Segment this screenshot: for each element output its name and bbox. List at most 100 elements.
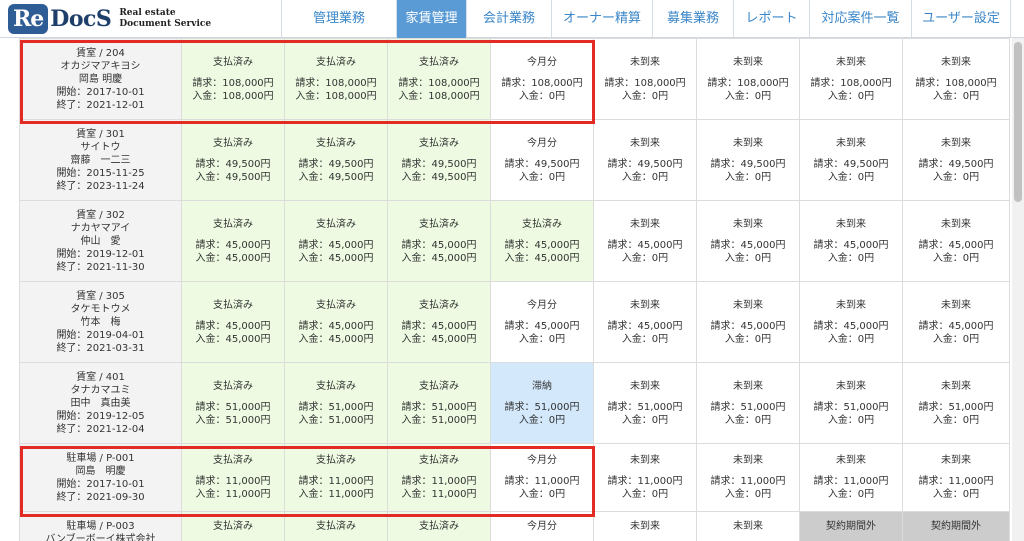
payment-cell[interactable]: 未到来 請求：108,000円 入金：0円 [799, 38, 903, 120]
payment-cell[interactable]: 支払済み [284, 511, 388, 541]
unit-info-cell[interactable]: 賃室 / 401 タナカマユミ 田中 真由美 開始：2019-12-05 終了：2021… [19, 362, 182, 444]
payment-cell[interactable]: 未到来 請求：11,000円 入金：0円 [696, 443, 800, 512]
payment-cell[interactable]: 未到来 請求：51,000円 入金：0円 [799, 362, 903, 444]
scrollbar-thumb[interactable] [1014, 42, 1022, 202]
payment-cell[interactable]: 未到来 請求：45,000円 入金：0円 [593, 200, 697, 282]
payment-cell[interactable]: 未到来 請求：45,000円 入金：0円 [696, 200, 800, 282]
payment-cell[interactable]: 未到来 請求：108,000円 入金：0円 [696, 38, 800, 120]
payment-cell[interactable]: 支払済み 請求：45,000円 入金：45,000円 [284, 200, 388, 282]
payment-cell[interactable]: 支払済み 請求：11,000円 入金：11,000円 [181, 443, 285, 512]
payment-cell[interactable]: 未到来 請求：108,000円 入金：0円 [902, 38, 1010, 120]
unit-info-cell[interactable]: 賃室 / 204 オカジマアキヨシ 岡島 明慶 開始：2017-10-01 終了：202… [19, 38, 182, 120]
payment-cell[interactable]: 支払済み 請求：45,000円 入金：45,000円 [387, 281, 491, 363]
payment-cell[interactable]: 支払済み 請求：108,000円 入金：108,000円 [181, 38, 285, 120]
received-amount: 入金：51,000円 [195, 414, 271, 426]
payment-cell[interactable]: 今月分 請求：108,000円 入金：0円 [490, 38, 594, 120]
payment-cell[interactable]: 支払済み 請求：11,000円 入金：11,000円 [284, 443, 388, 512]
nav-tab-4[interactable]: オーナー精算 [551, 0, 652, 38]
payment-cell[interactable]: 未到来 請求：45,000円 入金：0円 [902, 200, 1010, 282]
payment-cell[interactable]: 滞納 請求：51,000円 入金：0円 [490, 362, 594, 444]
payment-cell[interactable]: 支払済み [387, 511, 491, 541]
received-amount: 入金：0円 [724, 252, 772, 264]
payment-cell[interactable]: 未到来 請求：49,500円 入金：0円 [799, 119, 903, 201]
nav-tab-3[interactable]: 会計業務 [466, 0, 551, 38]
nav-tab-5[interactable]: 募集業務 [652, 0, 733, 38]
payment-cell[interactable]: 今月分 [490, 511, 594, 541]
payment-cell[interactable]: 未到来 請求：45,000円 入金：0円 [799, 200, 903, 282]
payment-cell[interactable]: 支払済み 請求：49,500円 入金：49,500円 [181, 119, 285, 201]
billed-amount: 請求：11,000円 [813, 476, 889, 487]
nav-tab-1[interactable]: 管理業務 [281, 0, 396, 38]
payment-cell[interactable]: 契約期間外 [799, 511, 903, 541]
payment-status: 未到来 [941, 380, 971, 392]
nav-tab-8[interactable]: ユーザー設定 [911, 0, 1011, 38]
payment-cell[interactable]: 未到来 請求：49,500円 入金：0円 [696, 119, 800, 201]
payment-cell[interactable]: 未到来 請求：108,000円 入金：0円 [593, 38, 697, 120]
payment-cell[interactable]: 支払済み 請求：49,500円 入金：49,500円 [387, 119, 491, 201]
unit-end: 終了：2021-12-01 [56, 99, 145, 111]
table-row: 賃室 / 204 オカジマアキヨシ 岡島 明慶 開始：2017-10-01 終了：202… [19, 38, 1010, 120]
payment-cell[interactable]: 未到来 請求：11,000円 入金：0円 [902, 443, 1010, 512]
nav-tab-7[interactable]: 対応案件一覧 [809, 0, 911, 38]
received-amount: 入金：51,000円 [298, 414, 374, 426]
payment-cell[interactable]: 未到来 請求：45,000円 入金：0円 [799, 281, 903, 363]
redocs-logo[interactable]: Re DocS Real estate Document Service [8, 3, 211, 35]
unit-info-cell[interactable]: 賃室 / 301 サイトウ 齋藤 一二三 開始：2015-11-25 終了：2023-1… [19, 119, 182, 201]
received-amount: 入金：45,000円 [298, 333, 374, 345]
payment-cell[interactable]: 未到来 請求：11,000円 入金：0円 [799, 443, 903, 512]
billed-amount: 請求：49,500円 [504, 158, 580, 170]
payment-cell[interactable]: 支払済み 請求：108,000円 入金：108,000円 [387, 38, 491, 120]
billed-amount: 請求：45,000円 [607, 320, 683, 332]
payment-cell[interactable]: 支払済み 請求：51,000円 入金：51,000円 [387, 362, 491, 444]
payment-cell[interactable]: 契約期間外 [902, 511, 1010, 541]
logo-tagline-line2: Document Service [119, 19, 212, 29]
payment-status: 未到来 [733, 137, 763, 149]
billed-amount: 請求：51,000円 [607, 401, 683, 413]
received-amount: 入金：0円 [724, 171, 772, 183]
payment-status: 未到来 [630, 521, 660, 532]
payment-cell[interactable]: 支払済み 請求：51,000円 入金：51,000円 [181, 362, 285, 444]
payment-status: 未到来 [733, 521, 763, 532]
payment-cell[interactable]: 支払済み 請求：108,000円 入金：108,000円 [284, 38, 388, 120]
payment-status: 支払済み [213, 137, 253, 149]
payment-cell[interactable]: 支払済み 請求：45,000円 入金：45,000円 [181, 281, 285, 363]
payment-cell[interactable]: 未到来 請求：45,000円 入金：0円 [593, 281, 697, 363]
payment-cell[interactable]: 未到来 [593, 511, 697, 541]
unit-info-cell[interactable]: 駐車場 / P-003 バンブーボーイ株式会社 [19, 511, 182, 541]
nav-tab-2[interactable]: 家賃管理 [396, 0, 466, 38]
payment-cell[interactable]: 未到来 請求：45,000円 入金：0円 [696, 281, 800, 363]
unit-info-cell[interactable]: 駐車場 / P-001 岡島 明慶 開始：2017-10-01 終了：2021-09-… [19, 443, 182, 512]
payment-cell[interactable]: 未到来 請求：51,000円 入金：0円 [902, 362, 1010, 444]
received-amount: 入金：0円 [827, 252, 875, 264]
billed-amount: 請求：11,000円 [401, 476, 477, 487]
payment-cell[interactable]: 未到来 請求：45,000円 入金：0円 [902, 281, 1010, 363]
nav-tab-6[interactable]: レポート [733, 0, 809, 38]
payment-cell[interactable]: 支払済み [181, 511, 285, 541]
payment-cell[interactable]: 支払済み 請求：49,500円 入金：49,500円 [284, 119, 388, 201]
payment-cell[interactable]: 支払済み 請求：45,000円 入金：45,000円 [387, 200, 491, 282]
unit-info-cell[interactable]: 賃室 / 302 ナカヤマアイ 仲山 愛開始：2019-12-01 終了：2021-1… [19, 200, 182, 282]
billed-amount: 請求：51,000円 [401, 401, 477, 413]
unit-room: 賃室 / 305 [76, 290, 125, 302]
payment-status: 支払済み [316, 455, 356, 466]
payment-cell[interactable]: 支払済み 請求：45,000円 入金：45,000円 [181, 200, 285, 282]
unit-room: 駐車場 / P-001 [66, 452, 135, 464]
unit-info-cell[interactable]: 賃室 / 305 タケモトウメ 竹本 梅開始：2019-04-01 終了：2021-0… [19, 281, 182, 363]
table-row: 賃室 / 301 サイトウ 齋藤 一二三 開始：2015-11-25 終了：2023-1… [19, 119, 1010, 201]
payment-cell[interactable]: 未到来 請求：11,000円 入金：0円 [593, 443, 697, 512]
payment-cell[interactable]: 今月分 請求：45,000円 入金：0円 [490, 281, 594, 363]
payment-cell[interactable]: 未到来 請求：51,000円 入金：0円 [696, 362, 800, 444]
received-amount: 入金：0円 [827, 414, 875, 426]
payment-cell[interactable]: 今月分 請求：11,000円 入金：0円 [490, 443, 594, 512]
payment-cell[interactable]: 未到来 請求：49,500円 入金：0円 [902, 119, 1010, 201]
payment-cell[interactable]: 未到来 請求：49,500円 入金：0円 [593, 119, 697, 201]
table-row: 賃室 / 302 ナカヤマアイ 仲山 愛開始：2019-12-01 終了：2021-1… [19, 200, 1010, 282]
payment-cell[interactable]: 未到来 請求：51,000円 入金：0円 [593, 362, 697, 444]
payment-cell[interactable]: 支払済み 請求：51,000円 入金：51,000円 [284, 362, 388, 444]
payment-cell[interactable]: 未到来 [696, 511, 800, 541]
payment-cell[interactable]: 支払済み 請求：45,000円 入金：45,000円 [490, 200, 594, 282]
payment-cell[interactable]: 今月分 請求：49,500円 入金：0円 [490, 119, 594, 201]
table-row: 駐車場 / P-003 バンブーボーイ株式会社 支払済み 支払済み 支払済み 今月分 未到来… [19, 511, 1010, 541]
payment-cell[interactable]: 支払済み 請求：11,000円 入金：11,000円 [387, 443, 491, 512]
payment-cell[interactable]: 支払済み 請求：45,000円 入金：45,000円 [284, 281, 388, 363]
